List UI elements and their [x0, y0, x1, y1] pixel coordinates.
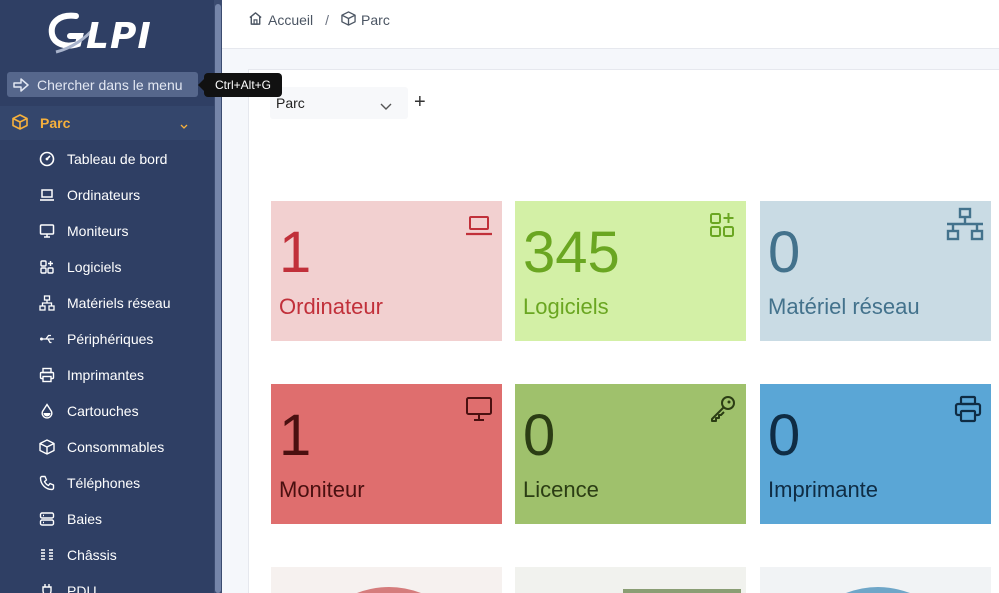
sidebar-item-baies[interactable]: Baies	[0, 501, 214, 537]
chevron-down-icon	[380, 98, 392, 114]
sidebar-item-consommables[interactable]: Consommables	[0, 429, 214, 465]
card-logiciels[interactable]: 345 Logiciels	[515, 201, 746, 341]
sidebar-item-moniteurs[interactable]: Moniteurs	[0, 213, 214, 249]
sidebar-menu: Tableau de bord Ordinateurs Moniteurs Lo…	[0, 141, 214, 593]
network-icon	[945, 207, 985, 241]
sidebar-item-cartouches[interactable]: Cartouches	[0, 393, 214, 429]
box-icon	[341, 11, 356, 29]
card-partial[interactable]	[515, 567, 746, 593]
printer-icon	[38, 367, 55, 384]
dashboard-select[interactable]: Parc	[270, 87, 408, 119]
sidebar-item-label: Imprimantes	[67, 367, 145, 383]
sidebar-item-label: Matériels réseau	[67, 295, 171, 311]
breadcrumb-parc[interactable]: Parc	[341, 11, 390, 29]
monitor-icon	[38, 223, 55, 240]
server-icon	[38, 511, 55, 528]
glpi-logo[interactable]: LPI	[46, 8, 156, 56]
card-moniteur[interactable]: 1 Moniteur	[271, 384, 502, 524]
laptop-icon	[38, 187, 55, 204]
monitor-icon	[464, 394, 494, 424]
card-ordinateur[interactable]: 1 Ordinateur	[271, 201, 502, 341]
sidebar-item-label: Tableau de bord	[67, 151, 168, 167]
sidebar-item-label: Moniteurs	[67, 223, 129, 239]
top-bar: Accueil / Parc	[222, 0, 999, 49]
apps-add-icon	[708, 211, 738, 241]
menu-search-button[interactable]: Chercher dans le menu	[7, 72, 198, 97]
sidebar-item-label: Châssis	[67, 547, 117, 563]
dashboard-select-value: Parc	[276, 95, 305, 111]
sidebar: LPI Chercher dans le menu Parc Tableau d…	[0, 0, 222, 593]
box-icon	[12, 113, 28, 133]
sidebar-item-label: Consommables	[67, 439, 165, 455]
shortcut-tooltip: Ctrl+Alt+G	[198, 73, 282, 97]
menu-search-label: Chercher dans le menu	[37, 76, 183, 93]
sidebar-item-materiels-reseau[interactable]: Matériels réseau	[0, 285, 214, 321]
card-partial[interactable]	[760, 567, 991, 593]
sidebar-section-label: Parc	[40, 115, 71, 131]
sidebar-item-logiciels[interactable]: Logiciels	[0, 249, 214, 285]
card-value: 1	[279, 403, 312, 468]
card-label: Moniteur	[279, 477, 365, 502]
sidebar-item-label: Logiciels	[67, 259, 122, 275]
breadcrumb-home-label: Accueil	[268, 12, 314, 28]
card-partial[interactable]	[271, 567, 502, 593]
sidebar-item-label: Ordinateurs	[67, 187, 141, 203]
sidebar-item-label: Baies	[67, 511, 103, 527]
printer-icon	[953, 394, 983, 424]
sidebar-item-imprimantes[interactable]: Imprimantes	[0, 357, 214, 393]
columns-icon	[38, 547, 55, 564]
breadcrumb-separator: /	[325, 12, 330, 28]
breadcrumb-current-label: Parc	[361, 12, 390, 28]
sidebar-item-chassis[interactable]: Châssis	[0, 537, 214, 573]
sidebar-item-label: Cartouches	[67, 403, 139, 419]
sidebar-item-pdu[interactable]: PDU	[0, 573, 214, 593]
dashboard-icon	[38, 151, 55, 168]
card-value: 1	[279, 220, 312, 285]
arrow-right-icon	[13, 77, 29, 92]
usb-icon	[38, 331, 55, 348]
home-icon	[248, 11, 263, 29]
sidebar-item-ordinateurs[interactable]: Ordinateurs	[0, 177, 214, 213]
sidebar-item-label: Téléphones	[67, 475, 141, 491]
key-icon	[708, 394, 738, 424]
add-dashboard-button[interactable]: +	[414, 92, 430, 112]
breadcrumb: Accueil / Parc	[248, 11, 390, 29]
card-imprimante[interactable]: 0 Imprimante	[760, 384, 991, 524]
svg-text:LPI: LPI	[86, 16, 152, 56]
sidebar-item-label: PDU	[67, 583, 97, 593]
network-icon	[38, 295, 55, 312]
card-value: 0	[768, 220, 801, 285]
breadcrumb-home[interactable]: Accueil	[248, 11, 313, 29]
card-value: 0	[768, 403, 801, 468]
card-label: Licence	[523, 477, 599, 502]
apps-icon	[38, 259, 55, 276]
chevron-down-icon	[180, 118, 188, 129]
package-icon	[38, 439, 55, 456]
sidebar-item-label: Périphériques	[67, 331, 154, 347]
card-label: Matériel réseau	[768, 294, 920, 319]
sidebar-item-tableau-de-bord[interactable]: Tableau de bord	[0, 141, 214, 177]
card-label: Logiciels	[523, 294, 609, 319]
droplet-icon	[38, 403, 55, 420]
sidebar-item-telephones[interactable]: Téléphones	[0, 465, 214, 501]
card-label: Ordinateur	[279, 294, 383, 319]
sidebar-section-parc[interactable]: Parc	[0, 106, 214, 140]
phone-icon	[38, 475, 55, 492]
card-label: Imprimante	[768, 477, 879, 502]
card-value: 345	[523, 220, 620, 285]
laptop-icon	[464, 211, 494, 241]
card-value: 0	[523, 403, 556, 468]
plug-icon	[38, 583, 55, 593]
card-materiel-reseau[interactable]: 0 Matériel réseau	[760, 201, 991, 341]
card-licence[interactable]: 0 Licence	[515, 384, 746, 524]
sidebar-item-peripheriques[interactable]: Périphériques	[0, 321, 214, 357]
